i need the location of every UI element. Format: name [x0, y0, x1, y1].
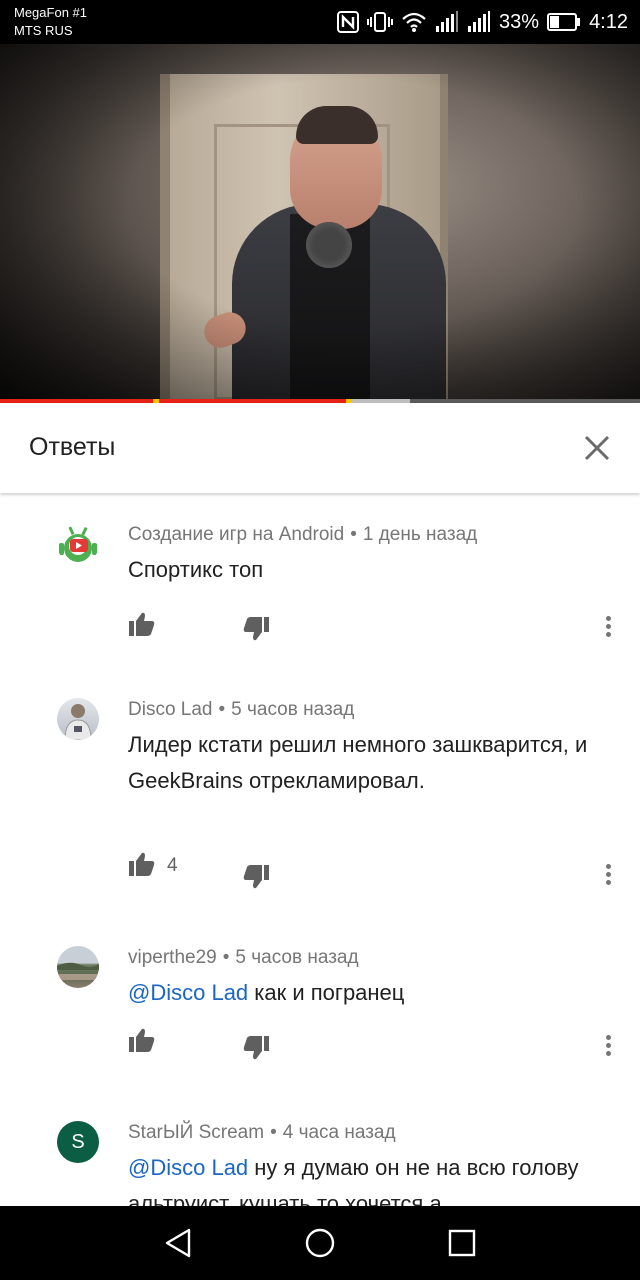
- comment-text-content: Спортикс топ: [128, 557, 264, 582]
- comment-meta: Disco Lad • 5 часов назад: [128, 699, 355, 720]
- comment-time: 5 часов назад: [235, 947, 359, 968]
- like-button[interactable]: [128, 1026, 158, 1056]
- more-options-button[interactable]: [598, 859, 618, 889]
- close-icon: [584, 435, 610, 461]
- carrier-line-1: MegaFon #1: [14, 5, 87, 20]
- wifi-icon: [402, 12, 426, 32]
- replies-header: Ответы: [0, 403, 640, 493]
- vibrate-icon: [367, 12, 394, 32]
- battery-percent: 33%: [499, 10, 540, 33]
- panel-title: Ответы: [29, 433, 116, 461]
- more-options-button[interactable]: [598, 611, 618, 641]
- video-vignette: [0, 44, 640, 399]
- more-dot: [605, 1042, 611, 1048]
- navigation-bar: [0, 1206, 640, 1280]
- like-button[interactable]: [128, 610, 158, 640]
- comment-time: 1 день назад: [362, 524, 478, 545]
- comment-author[interactable]: StarЫЙ Scream: [128, 1122, 264, 1143]
- signal-icon: [436, 11, 459, 32]
- comment-author[interactable]: Создание игр на Android: [128, 524, 344, 545]
- battery-icon: [547, 13, 581, 31]
- home-button[interactable]: [300, 1223, 340, 1263]
- more-dot: [605, 1050, 611, 1056]
- back-icon: [165, 1228, 191, 1258]
- thumbs-up-icon: [129, 612, 155, 636]
- like-count: 4: [167, 855, 178, 876]
- thumbs-up-icon: [129, 1028, 155, 1052]
- thumbs-down-icon: [243, 1036, 269, 1060]
- back-button[interactable]: [158, 1223, 198, 1263]
- thumbs-down-icon: [243, 865, 269, 889]
- comment-meta: Создание игр на Android • 1 день назад: [128, 524, 478, 545]
- avatar[interactable]: [57, 523, 99, 565]
- comment-text: Спортикс топ: [128, 552, 598, 588]
- carrier-line-2: MTS RUS: [14, 23, 73, 38]
- comment-text: @Disco Lad ну я думаю он не на всю голов…: [128, 1150, 598, 1206]
- mention-link[interactable]: @Disco Lad: [128, 980, 248, 1005]
- nfc-icon: [337, 11, 360, 33]
- comment-meta: StarЫЙ Scream • 4 часа назад: [128, 1122, 396, 1143]
- close-button[interactable]: [576, 427, 618, 469]
- signal-icon: [468, 11, 491, 32]
- home-icon: [305, 1228, 335, 1258]
- thumbs-down-icon: [243, 617, 269, 641]
- more-dot: [605, 615, 611, 621]
- comment-time: 5 часов назад: [231, 699, 355, 720]
- comment-author[interactable]: Disco Lad: [128, 699, 213, 720]
- comment-text-content: как и погранец: [248, 980, 405, 1005]
- thumbs-up-icon: [129, 852, 155, 876]
- avatar[interactable]: [57, 946, 99, 988]
- dislike-button[interactable]: [242, 1034, 272, 1064]
- comment-meta: viperthe29 • 5 часов назад: [128, 947, 359, 968]
- more-options-button[interactable]: [598, 1030, 618, 1060]
- recents-button[interactable]: [442, 1223, 482, 1263]
- replies-list[interactable]: Создание игр на Android • 1 день назад Спо…: [0, 493, 640, 1206]
- status-icons: 33% 4:12: [337, 8, 628, 36]
- recents-icon: [448, 1229, 476, 1257]
- dislike-button[interactable]: [242, 615, 272, 645]
- status-bar: MegaFon #1 MTS RUS 33% 4:12: [0, 0, 640, 44]
- dislike-button[interactable]: [242, 863, 272, 893]
- mention-link[interactable]: @Disco Lad: [128, 1155, 248, 1180]
- landscape-photo-icon: [57, 962, 99, 980]
- clock: 4:12: [589, 10, 628, 33]
- more-dot: [605, 1034, 611, 1040]
- comment-author[interactable]: viperthe29: [128, 947, 217, 968]
- more-dot: [605, 879, 611, 885]
- comment-text: Лидер кстати решил немного зашкварится, …: [128, 727, 598, 799]
- video-player[interactable]: [0, 44, 640, 399]
- like-button[interactable]: [128, 850, 158, 880]
- carrier-info: MegaFon #1 MTS RUS: [14, 4, 87, 40]
- more-dot: [605, 871, 611, 877]
- more-dot: [605, 631, 611, 637]
- more-dot: [605, 623, 611, 629]
- person-photo-icon: [64, 704, 92, 740]
- android-youtube-logo-icon: [59, 526, 97, 562]
- comment-time: 4 часа назад: [282, 1122, 396, 1143]
- avatar[interactable]: [57, 698, 99, 740]
- more-dot: [605, 863, 611, 869]
- comment-text-content: Лидер кстати решил немного зашкварится, …: [128, 732, 588, 793]
- comment-text: @Disco Lad как и погранец: [128, 975, 598, 1011]
- avatar[interactable]: S: [57, 1121, 99, 1163]
